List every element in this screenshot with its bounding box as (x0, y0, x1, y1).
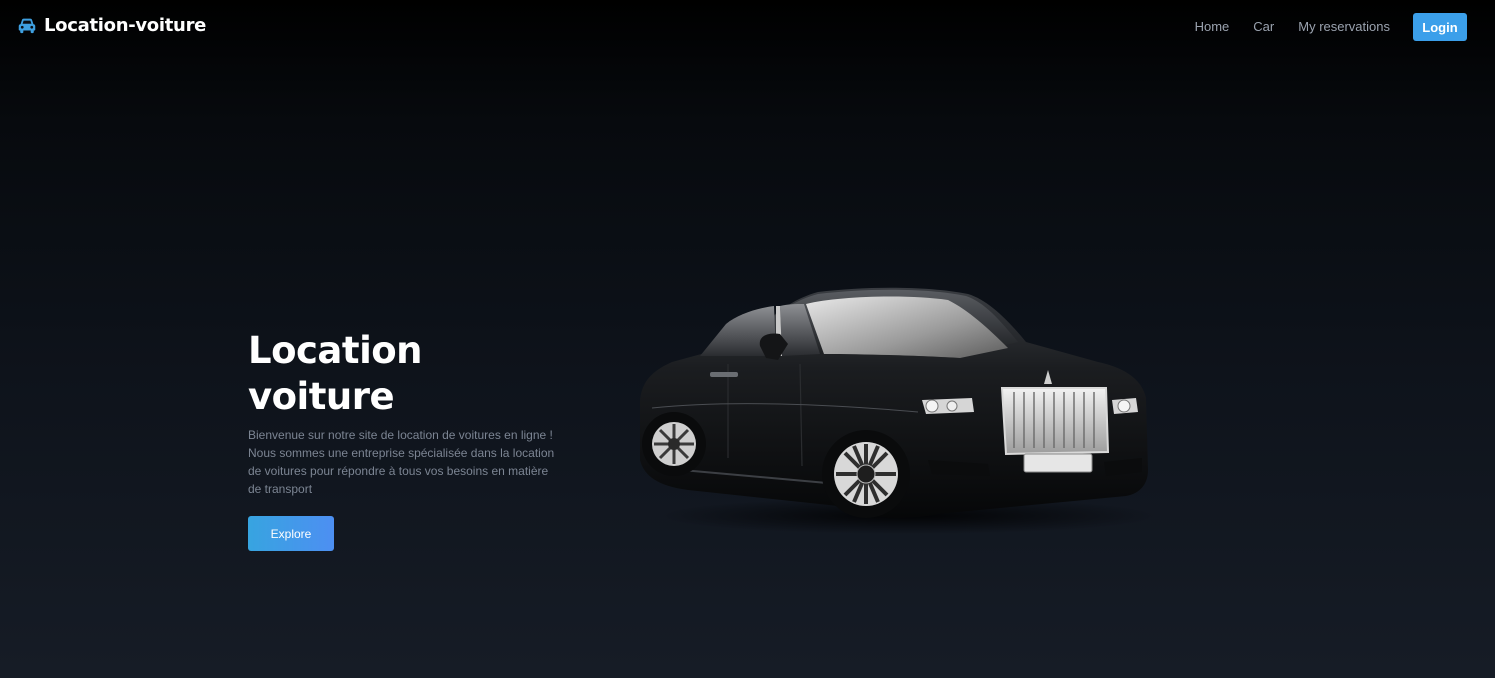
hero-description: Bienvenue sur notre site de location de … (248, 428, 555, 496)
login-button[interactable]: Login (1413, 13, 1467, 41)
nav-my-reservations-link[interactable]: My reservations (1298, 19, 1390, 34)
hero-section: Location voiture Bienvenue sur notre sit… (248, 328, 578, 551)
hero-car-image (640, 287, 1158, 534)
car-icon (18, 18, 36, 34)
brand-name: Location-voiture (44, 14, 207, 36)
hero-title: Location voiture (248, 329, 423, 418)
brand-logo[interactable]: Location-voiture (16, 14, 206, 36)
navbar: Location-voiture Home Car My reservation… (0, 0, 1495, 54)
nav-home-link[interactable]: Home (1195, 19, 1230, 34)
nav-links: Home Car My reservations (1195, 19, 1390, 34)
nav-car-link[interactable]: Car (1253, 19, 1274, 34)
explore-button[interactable]: Explore (248, 516, 334, 551)
